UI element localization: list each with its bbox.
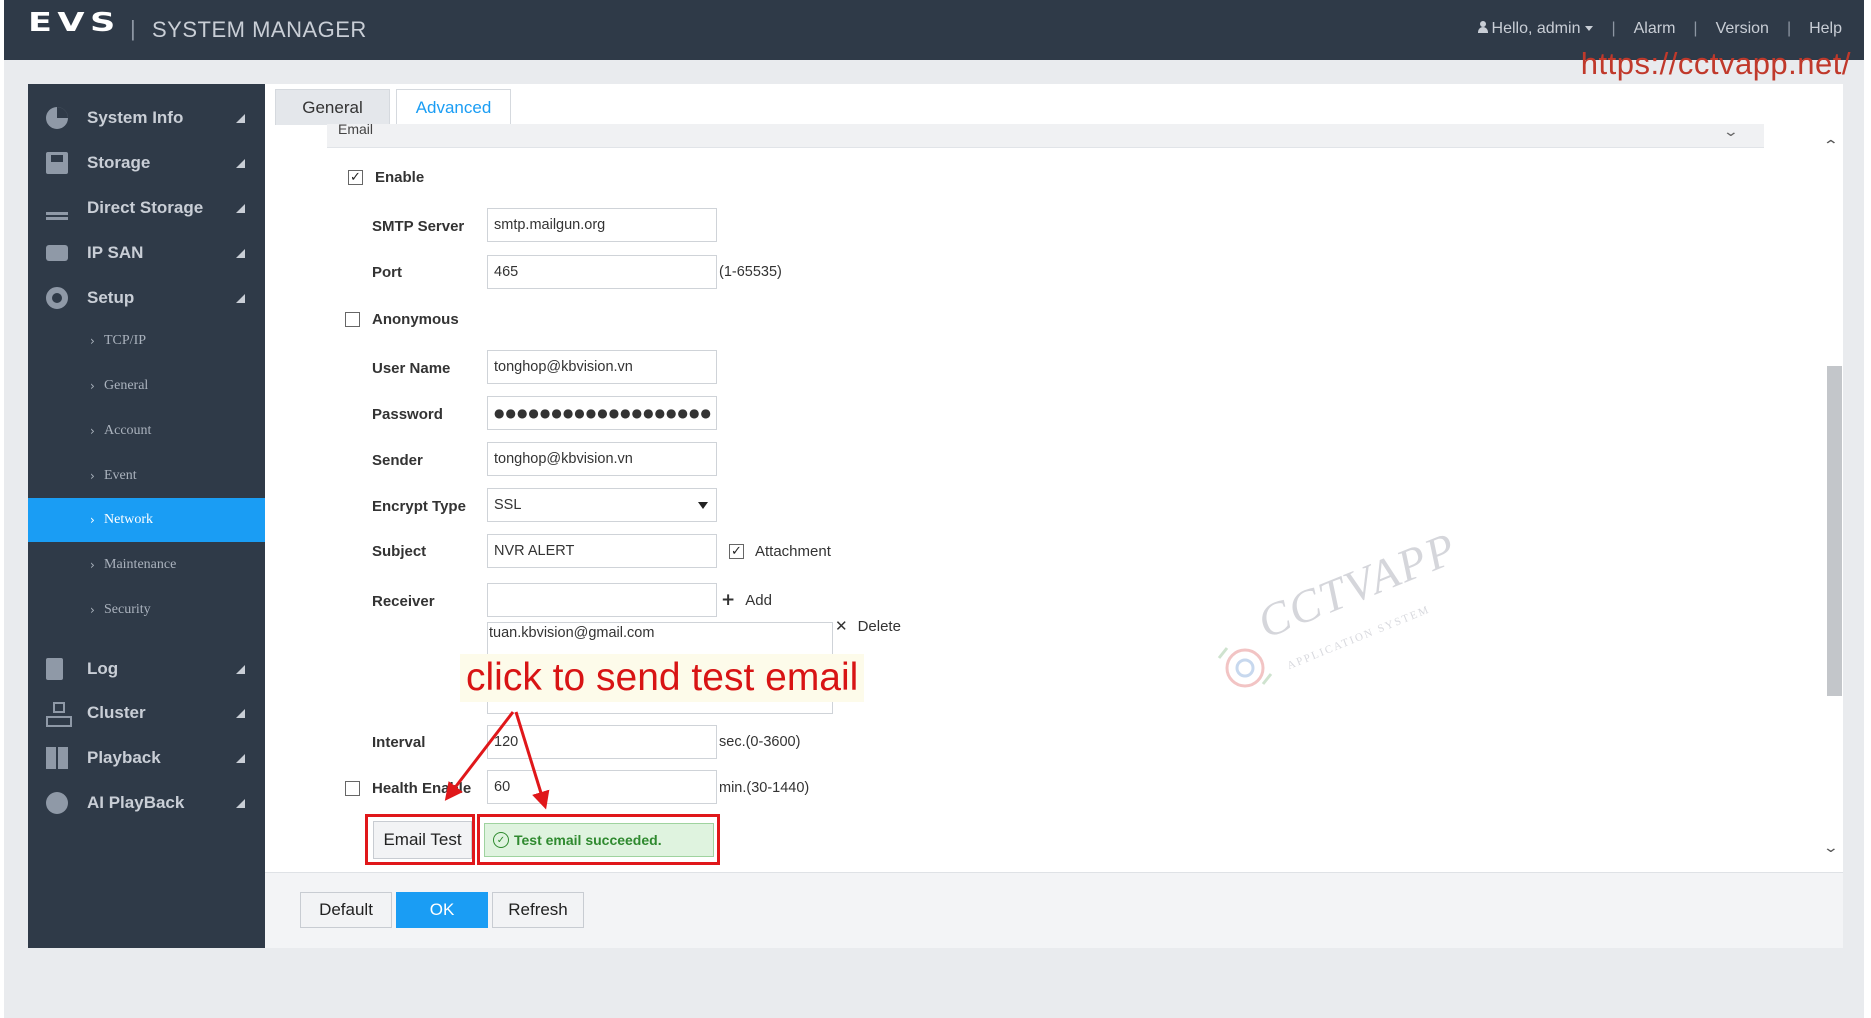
annotation-arrow-right — [514, 711, 550, 810]
annotation-text: click to send test email — [460, 654, 865, 702]
annotation-arrows — [444, 711, 550, 810]
annotation-arrow-left — [444, 711, 515, 801]
